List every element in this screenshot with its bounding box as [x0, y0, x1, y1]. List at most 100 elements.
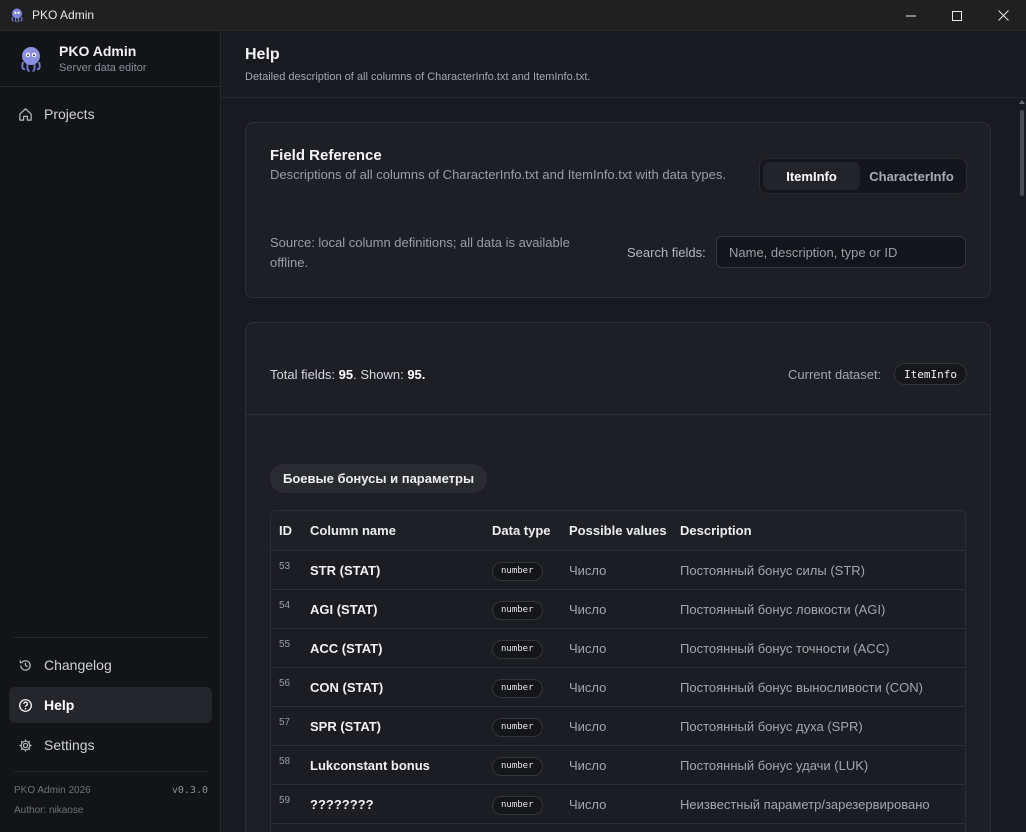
- row-description: Постоянный бонус силы (STR): [680, 562, 866, 578]
- field-reference-card: Field Reference Descriptions of all colu…: [245, 122, 991, 298]
- row-name: ????????: [310, 796, 374, 812]
- footer-author: Author: nikaose: [14, 805, 84, 816]
- row-values: Число: [569, 640, 607, 656]
- type-badge: number: [492, 795, 543, 815]
- table-row: 53 STR (STAT) number Число Постоянный бо…: [271, 551, 965, 590]
- row-id: 57: [279, 717, 291, 728]
- sidebar-item-label: Changelog: [44, 657, 112, 673]
- scrollbar-thumb[interactable]: [1020, 110, 1024, 196]
- main-content: Help Detailed description of all columns…: [221, 31, 1026, 832]
- close-icon: [997, 10, 1009, 21]
- row-description: Постоянный бонус выносливости (CON): [680, 679, 923, 695]
- row-values: Число: [569, 601, 607, 617]
- table-row: 60 number: [271, 824, 965, 832]
- dataset-toggle: ItemInfo CharacterInfo: [759, 158, 967, 194]
- row-name: STR (STAT): [310, 562, 381, 578]
- type-badge: number: [492, 717, 543, 737]
- header-possible-values: Possible values: [569, 523, 667, 538]
- table-row: 56 CON (STAT) number Число Постоянный бо…: [271, 668, 965, 707]
- sidebar-item-label: Help: [44, 697, 75, 713]
- field-reference-description: Descriptions of all columns of Character…: [270, 167, 726, 182]
- page-description: Detailed description of all columns of C…: [245, 71, 591, 83]
- page-title: Help: [245, 46, 280, 63]
- shown-label: . Shown:: [353, 367, 408, 382]
- table-row: 54 AGI (STAT) number Число Постоянный бо…: [271, 590, 965, 629]
- row-description: Неизвестный параметр/зарезервировано: [680, 796, 930, 812]
- sidebar-divider: [14, 637, 208, 638]
- row-description: Постоянный бонус точности (ACC): [680, 640, 890, 656]
- fields-card: Total fields: 95. Shown: 95. Current dat…: [245, 322, 991, 832]
- brand: PKO Admin Server data editor: [0, 31, 220, 87]
- brand-name: PKO Admin: [59, 43, 137, 59]
- row-values: Число: [569, 679, 607, 695]
- table-row: 55 ACC (STAT) number Число Постоянный бо…: [271, 629, 965, 668]
- sidebar-item-label: Settings: [44, 737, 95, 753]
- sidebar-footer: PKO Admin 2026 v0.3.0: [14, 785, 208, 796]
- footer-version: v0.3.0: [171, 785, 208, 796]
- sidebar-item-settings[interactable]: Settings: [9, 727, 212, 763]
- dataset-label: Current dataset:: [788, 367, 882, 382]
- row-name: Lukconstant bonus: [310, 757, 430, 773]
- header-description: Description: [680, 523, 752, 538]
- row-description: Постоянный бонус духа (SPR): [680, 718, 863, 734]
- sidebar-item-projects[interactable]: Projects: [9, 96, 212, 132]
- octopus-logo-icon: [21, 46, 41, 72]
- sidebar: PKO Admin Server data editor Projects Ch…: [0, 31, 221, 832]
- header-column-name: Column name: [310, 523, 396, 538]
- window-titlebar: PKO Admin: [0, 0, 1026, 31]
- minimize-button[interactable]: [888, 0, 934, 31]
- tab-iteminfo[interactable]: ItemInfo: [763, 162, 861, 190]
- header-data-type: Data type: [492, 523, 551, 538]
- row-name: ACC (STAT): [310, 640, 383, 656]
- stats-end: .: [421, 367, 426, 382]
- source-note: Source: local column definitions; all da…: [270, 235, 570, 270]
- window-title: PKO Admin: [32, 8, 95, 22]
- sidebar-item-help[interactable]: Help: [9, 687, 212, 723]
- header-id: ID: [279, 523, 292, 538]
- maximize-button[interactable]: [934, 0, 980, 31]
- row-id: 56: [279, 678, 291, 689]
- table-row: 57 SPR (STAT) number Число Постоянный бо…: [271, 707, 965, 746]
- row-name: SPR (STAT): [310, 718, 382, 734]
- type-badge: number: [492, 756, 543, 776]
- table-row: 59 ???????? number Число Неизвестный пар…: [271, 785, 965, 824]
- field-reference-title: Field Reference: [270, 147, 382, 164]
- sidebar-item-changelog[interactable]: Changelog: [9, 647, 212, 683]
- type-badge: number: [492, 600, 543, 620]
- row-values: Число: [569, 718, 607, 734]
- row-id: 53: [279, 561, 291, 572]
- maximize-icon: [952, 10, 962, 21]
- sidebar-item-label: Projects: [44, 106, 95, 122]
- group-title: Боевые бонусы и параметры: [270, 464, 488, 493]
- table-header: ID Column name Data type Possible values…: [271, 511, 965, 551]
- minimize-icon: [906, 15, 916, 16]
- row-id: 55: [279, 639, 291, 650]
- row-description: Постоянный бонус удачи (LUK): [680, 757, 869, 773]
- row-values: Число: [569, 562, 607, 578]
- type-badge: number: [492, 639, 543, 659]
- footer-copyright: PKO Admin 2026: [14, 785, 91, 796]
- type-badge: number: [492, 678, 543, 698]
- total-count: 95: [338, 367, 354, 382]
- row-id: 59: [279, 795, 291, 806]
- history-icon: [19, 659, 31, 671]
- brand-subtitle: Server data editor: [59, 62, 147, 74]
- shown-count: 95: [407, 367, 422, 382]
- home-icon: [19, 107, 32, 121]
- close-button[interactable]: [980, 0, 1026, 31]
- row-name: AGI (STAT): [310, 601, 378, 617]
- fields-table: ID Column name Data type Possible values…: [270, 510, 966, 832]
- row-values: Число: [569, 757, 607, 773]
- search-input[interactable]: [716, 236, 966, 268]
- row-id: 60: [279, 824, 290, 832]
- gear-icon: [19, 738, 32, 752]
- scrollbar[interactable]: [1018, 98, 1026, 832]
- scroll-up-arrow-icon[interactable]: [1019, 100, 1025, 104]
- search-label: Search fields:: [627, 245, 706, 260]
- tab-characterinfo[interactable]: CharacterInfo: [860, 162, 963, 190]
- dataset-badge: ItemInfo: [894, 363, 967, 385]
- row-id: 54: [279, 600, 291, 611]
- table-row: 58 Lukconstant bonus number Число Постоя…: [271, 746, 965, 785]
- total-label: Total fields:: [270, 367, 339, 382]
- help-circle-icon: [19, 698, 32, 712]
